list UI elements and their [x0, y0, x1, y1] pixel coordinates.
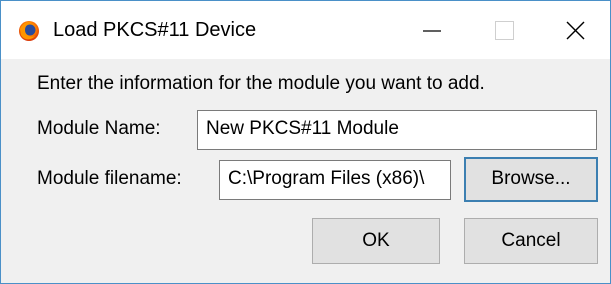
firefox-icon: [19, 21, 39, 41]
close-button[interactable]: [542, 5, 602, 55]
cancel-button-label: Cancel: [501, 230, 561, 251]
minimize-button[interactable]: [399, 5, 459, 55]
module-name-input[interactable]: New PKCS#11 Module: [197, 110, 597, 150]
minimize-icon: [423, 30, 441, 32]
browse-button-label: Browse...: [491, 168, 571, 189]
module-name-label: Module Name:: [37, 118, 161, 139]
instruction-text: Enter the information for the module you…: [37, 73, 485, 94]
maximize-button: [471, 5, 531, 55]
module-filename-label: Module filename:: [37, 168, 182, 189]
load-pkcs11-dialog: Load PKCS#11 Device Enter the informatio…: [0, 0, 611, 284]
maximize-icon: [495, 21, 514, 40]
close-icon: [566, 21, 585, 40]
ok-button-label: OK: [362, 230, 390, 251]
browse-button[interactable]: Browse...: [464, 157, 598, 202]
module-filename-input[interactable]: C:\Program Files (x86)\: [219, 160, 451, 200]
window-title: Load PKCS#11 Device: [53, 19, 257, 41]
title-bar[interactable]: Load PKCS#11 Device: [1, 1, 610, 59]
ok-button[interactable]: OK: [312, 218, 440, 264]
cancel-button[interactable]: Cancel: [464, 218, 598, 264]
